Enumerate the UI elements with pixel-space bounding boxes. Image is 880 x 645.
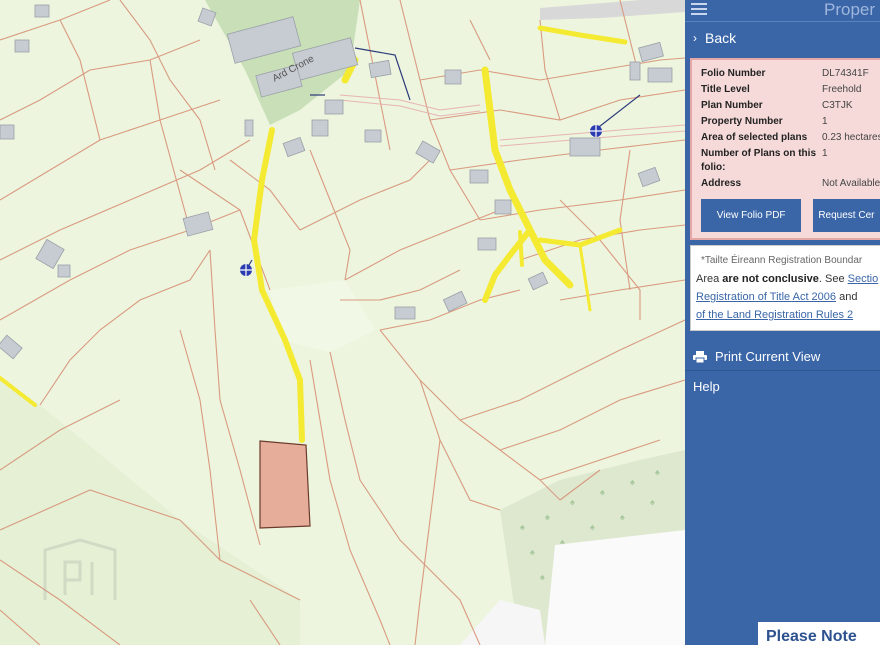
survey-marker-icon[interactable] [240, 264, 252, 276]
panel-topbar: Proper [685, 0, 880, 22]
back-label: Back [705, 30, 737, 46]
notice-line-2: Area are not conclusive. See Sectio [696, 273, 879, 285]
folio-info-box: Folio Number DL74341F Title Level Freeho… [690, 58, 880, 240]
unmapped-area [545, 530, 685, 645]
view-folio-pdf-button[interactable]: View Folio PDF [701, 199, 802, 232]
hamburger-menu-icon[interactable] [691, 3, 707, 17]
folio-actions: View Folio PDF Request Cer [701, 199, 880, 232]
info-row-number-of-plans: Number of Plans on this folio: 1 [701, 148, 828, 173]
map-svg[interactable]: ♠♠♠♠♠♠ ♠♠♠♠♠ ♠♠♠♠ [0, 0, 685, 645]
info-row-address: Address Not Available [701, 178, 880, 189]
svg-text:♠: ♠ [630, 477, 635, 487]
property-panel: Proper › Back Folio Number DL74341F Titl… [685, 0, 880, 645]
svg-text:♠: ♠ [620, 512, 625, 522]
info-row-folio-number: Folio Number DL74341F [701, 68, 869, 79]
info-row-title-level: Title Level Freehold [701, 84, 862, 95]
notice-line-4: of the Land Registration Rules 2 [696, 306, 880, 324]
svg-text:♠: ♠ [520, 522, 525, 532]
notice-line-3: Registration of Title Act 2006 and [696, 291, 858, 303]
please-note-banner[interactable]: Please Note [758, 622, 880, 645]
back-button[interactable]: › Back [685, 22, 880, 54]
notice-line-1: *Tailte Éireann Registration Boundar [701, 255, 863, 266]
svg-text:♠: ♠ [650, 497, 655, 507]
section-link[interactable]: Sectio [848, 273, 879, 285]
registration-rules-link[interactable]: of the Land Registration Rules 2 [696, 309, 853, 321]
svg-text:♠: ♠ [655, 467, 660, 477]
svg-text:♠: ♠ [590, 522, 595, 532]
print-label: Print Current View [715, 349, 821, 364]
svg-text:♠: ♠ [600, 487, 605, 497]
info-row-property-number: Property Number 1 [701, 116, 828, 127]
chevron-right-icon: › [693, 31, 697, 45]
svg-text:♠: ♠ [540, 572, 545, 582]
svg-text:♠: ♠ [530, 547, 535, 557]
selected-parcel[interactable] [259, 440, 311, 529]
panel-title: Proper [824, 0, 876, 19]
map-canvas[interactable]: ♠♠♠♠♠♠ ♠♠♠♠♠ ♠♠♠♠ [0, 0, 685, 645]
registration-notice: *Tailte Éireann Registration Boundar Are… [690, 245, 880, 331]
svg-text:♠: ♠ [545, 512, 550, 522]
svg-text:♠: ♠ [570, 497, 575, 507]
printer-icon [693, 350, 707, 363]
help-label: Help [693, 378, 720, 394]
survey-marker-icon[interactable] [590, 125, 602, 137]
help-menu-item[interactable]: Help [685, 371, 880, 401]
info-row-plan-number: Plan Number C3TJK [701, 100, 853, 111]
registration-act-link[interactable]: Registration of Title Act 2006 [696, 291, 836, 303]
print-current-view-button[interactable]: Print Current View [685, 343, 880, 371]
request-cert-button[interactable]: Request Cer [813, 199, 880, 232]
info-row-area: Area of selected plans 0.23 hectares [701, 132, 880, 143]
